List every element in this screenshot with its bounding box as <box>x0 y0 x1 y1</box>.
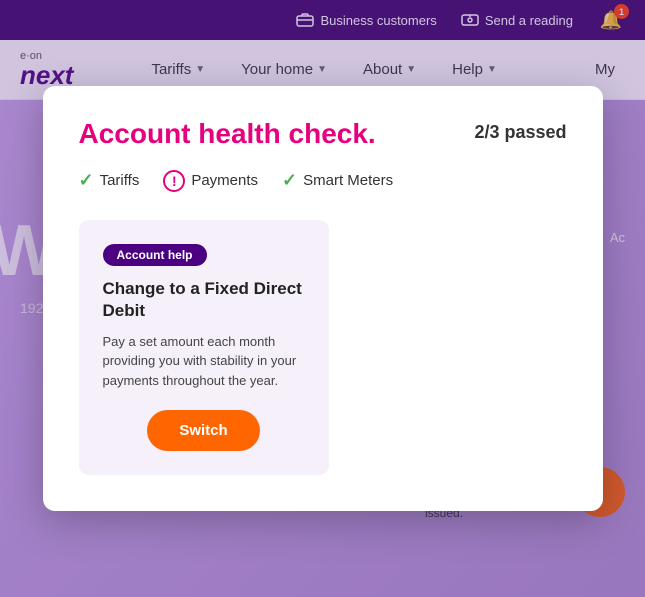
checks-row: ✓ Tariffs ! Payments ✓ Smart Meters <box>79 170 567 192</box>
check-tariffs: ✓ Tariffs <box>79 170 140 191</box>
account-help-card: Account help Change to a Fixed Direct De… <box>79 220 329 476</box>
smart-meters-pass-icon: ✓ <box>282 170 297 191</box>
payments-warn-icon: ! <box>163 170 185 192</box>
tariffs-pass-icon: ✓ <box>79 170 94 191</box>
check-smart-meters: ✓ Smart Meters <box>282 170 393 191</box>
check-payments: ! Payments <box>163 170 258 192</box>
payments-check-label: Payments <box>191 172 258 189</box>
tariffs-check-label: Tariffs <box>100 172 140 189</box>
passed-badge: 2/3 passed <box>474 118 566 143</box>
smart-meters-check-label: Smart Meters <box>303 172 393 189</box>
modal-header: Account health check. 2/3 passed <box>79 118 567 150</box>
modal-title: Account health check. <box>79 118 376 150</box>
card-description: Pay a set amount each month providing yo… <box>103 332 305 391</box>
account-help-badge: Account help <box>103 244 207 266</box>
account-health-check-modal: Account health check. 2/3 passed ✓ Tarif… <box>43 86 603 512</box>
switch-button[interactable]: Switch <box>147 410 259 451</box>
modal-overlay: Account health check. 2/3 passed ✓ Tarif… <box>0 0 645 597</box>
card-title: Change to a Fixed Direct Debit <box>103 278 305 322</box>
